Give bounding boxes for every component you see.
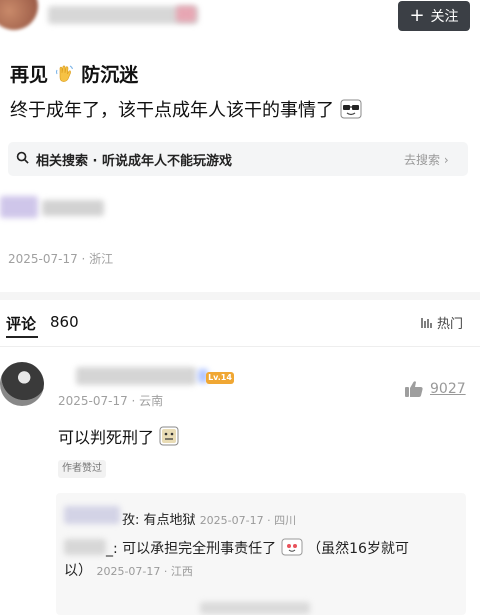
sunglasses-emoji-icon xyxy=(340,99,362,124)
reply-text: 可以承担完全刑事责任了 xyxy=(122,541,277,557)
follow-label: 关注 xyxy=(430,9,459,25)
post-body-text: 终于成年了，该干点成年人该干的事情了 xyxy=(10,100,334,121)
comments-count: 860 xyxy=(50,313,79,331)
commenter-avatar[interactable] xyxy=(0,362,44,406)
post-meta: 2025-07-17 · 浙江 xyxy=(8,252,114,266)
reply-author-blurred[interactable] xyxy=(64,506,120,524)
search-icon xyxy=(16,151,29,164)
plus-icon: + xyxy=(409,5,425,26)
reply-author-tail[interactable]: 孜: xyxy=(122,513,139,528)
blurred-tag xyxy=(0,196,38,218)
post-body: 终于成年了，该干点成年人该干的事情了 xyxy=(10,96,362,124)
blurred-text xyxy=(42,200,104,216)
author-liked-badge: 作者赞过 xyxy=(58,460,106,478)
level-badge: Lv.14 xyxy=(206,372,234,384)
reply-item-cont: 以） 2025-07-17 · 江西 xyxy=(64,560,193,580)
author-avatar[interactable] xyxy=(0,0,38,30)
more-replies-link-blurred[interactable] xyxy=(200,602,310,614)
header-divider xyxy=(0,346,480,347)
reply-text: 有点地狱 xyxy=(143,513,196,528)
comment-text: 可以判死刑了 xyxy=(58,424,179,450)
post-title-text: 再见 xyxy=(10,64,49,86)
doge-emoji-icon xyxy=(159,426,179,450)
reply-meta: 2025-07-17 · 四川 xyxy=(199,514,297,527)
comment-meta: 2025-07-17 · 云南 xyxy=(58,394,164,408)
reply-author-tail[interactable]: _: xyxy=(106,541,118,557)
reply-text-cont: （虽然16岁就可 xyxy=(307,541,409,557)
thumbs-up-icon[interactable] xyxy=(404,380,424,398)
waving-hand-icon xyxy=(55,64,75,89)
comments-tab-underline xyxy=(6,336,38,338)
reply-author-blurred[interactable] xyxy=(64,539,106,555)
sort-hot-label[interactable]: 热门 xyxy=(437,313,463,332)
author-badge-blurred xyxy=(176,6,196,22)
follow-button[interactable]: + 关注 xyxy=(398,1,470,31)
post-title-suffix: 防沉迷 xyxy=(81,64,139,86)
reply-item: 孜: 有点地狱 2025-07-17 · 四川 xyxy=(122,509,296,528)
go-search-link[interactable]: 去搜索 › xyxy=(404,151,449,168)
reply-meta: 2025-07-17 · 江西 xyxy=(96,565,193,578)
reply-item: _: 可以承担完全刑事责任了 （虽然16岁就可 xyxy=(106,538,409,560)
sticker-emoji-icon xyxy=(281,538,303,560)
like-count[interactable]: 9027 xyxy=(430,381,466,397)
sort-icon[interactable] xyxy=(420,316,434,330)
related-search-text[interactable]: 相关搜索 · 听说成年人不能玩游戏 xyxy=(36,150,232,169)
reply-text-end: 以） xyxy=(64,563,92,579)
comment-text-content: 可以判死刑了 xyxy=(58,428,155,447)
comments-tab[interactable]: 评论 xyxy=(6,313,36,334)
section-divider xyxy=(0,292,480,300)
commenter-name-blurred[interactable] xyxy=(76,367,196,385)
post-title: 再见 防沉迷 xyxy=(10,60,138,89)
